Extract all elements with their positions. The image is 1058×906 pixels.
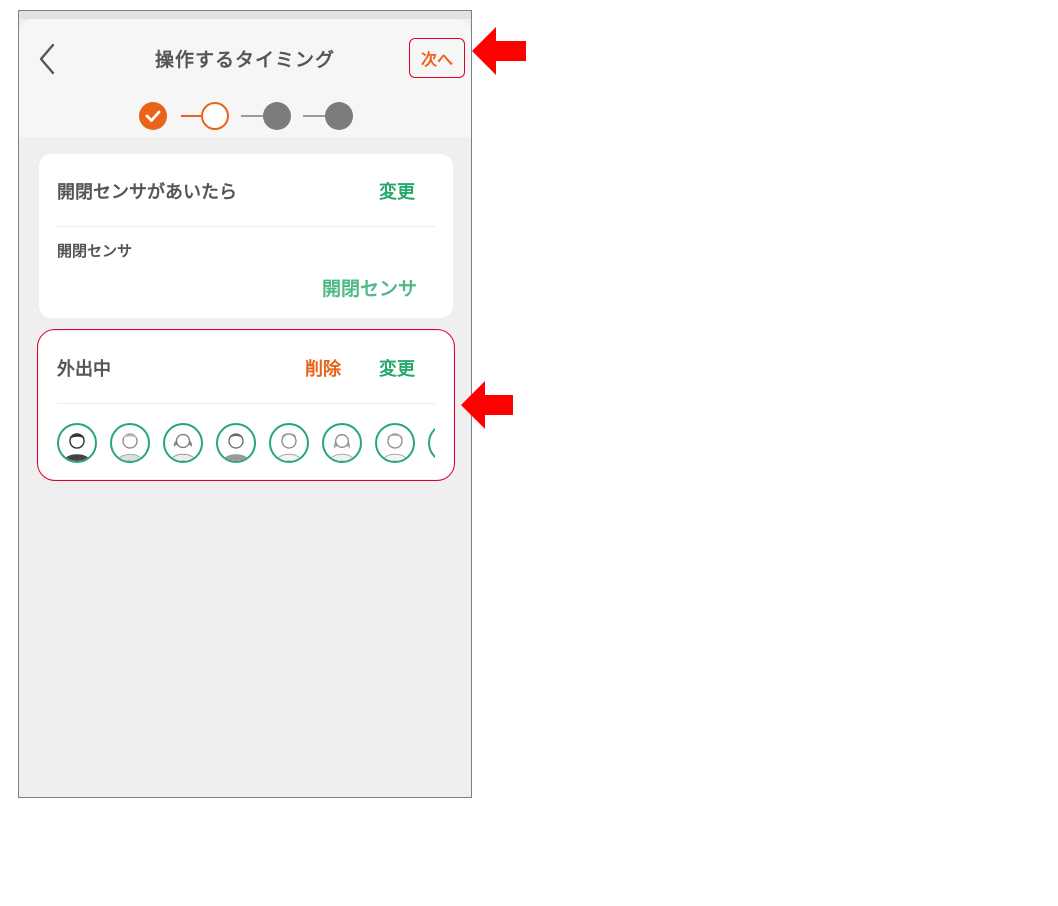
annotation-highlight-box xyxy=(37,329,455,481)
check-icon xyxy=(145,110,161,122)
trigger-change-button[interactable]: 変更 xyxy=(379,178,415,204)
trigger-card: 開閉センサがあいたら 変更 開閉センサ 開閉センサ xyxy=(39,154,453,318)
trigger-title: 開閉センサがあいたら xyxy=(57,182,237,203)
status-strip xyxy=(19,11,471,19)
step-2-current xyxy=(201,102,229,130)
sensor-label: 開閉センサ xyxy=(57,242,133,260)
next-button[interactable]: 次へ xyxy=(409,38,465,78)
progress-stepper xyxy=(19,99,471,133)
card-divider xyxy=(57,226,435,227)
sensor-value[interactable]: 開閉センサ xyxy=(322,274,417,301)
app-header: 操作するタイミング 次へ xyxy=(19,19,471,137)
left-arrow-icon xyxy=(461,381,513,429)
step-1-done xyxy=(139,102,167,130)
page-title: 操作するタイミング xyxy=(154,49,335,71)
step-3 xyxy=(263,102,291,130)
step-4 xyxy=(325,102,353,130)
left-arrow-icon xyxy=(472,27,526,75)
